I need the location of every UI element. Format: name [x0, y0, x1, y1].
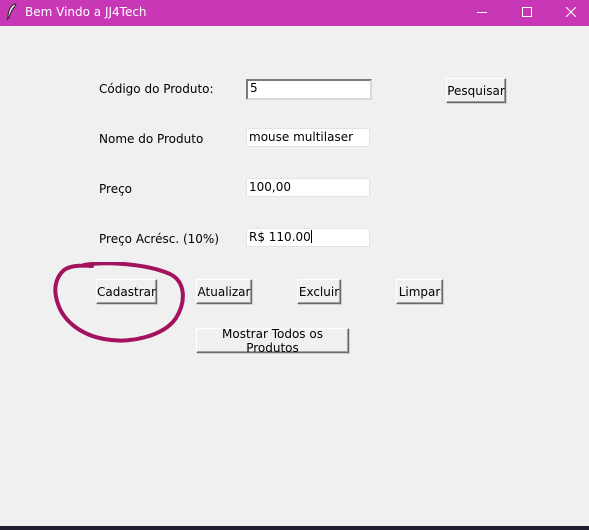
preco-acresc-field[interactable]: R$ 110.00 — [246, 228, 370, 247]
taskbar-edge — [0, 526, 589, 530]
preco-field[interactable]: 100,00 — [246, 178, 370, 197]
maximize-button[interactable] — [504, 0, 550, 26]
nome-field[interactable]: mouse multilaser — [246, 128, 370, 147]
excluir-button[interactable]: Excluir — [297, 279, 341, 304]
window-titlebar[interactable]: Bem Vindo a JJ4Tech — [0, 0, 589, 26]
atualizar-button[interactable]: Atualizar — [196, 279, 252, 304]
nome-label: Nome do Produto — [99, 132, 204, 146]
pesquisar-button[interactable]: Pesquisar — [446, 78, 506, 103]
preco-acresc-label: Preço Acrésc. (10%) — [99, 232, 219, 246]
nome-value: mouse multilaser — [249, 130, 354, 144]
maximize-icon — [522, 6, 532, 20]
minimize-icon — [477, 6, 487, 20]
codigo-value: 5 — [250, 81, 258, 95]
limpar-button[interactable]: Limpar — [396, 279, 443, 304]
codigo-field[interactable]: 5 — [246, 79, 372, 100]
highlight-circle-annotation — [53, 262, 185, 343]
codigo-label: Código do Produto: — [99, 82, 214, 96]
window-title: Bem Vindo a JJ4Tech — [25, 5, 147, 19]
feather-icon — [4, 3, 20, 21]
mostrar-todos-button[interactable]: Mostrar Todos os Produtos — [196, 327, 349, 355]
minimize-button[interactable] — [459, 0, 505, 26]
close-icon — [565, 6, 577, 20]
preco-label: Preço — [99, 182, 133, 196]
text-cursor — [310, 230, 312, 243]
preco-acresc-value: R$ 110.00 — [249, 230, 311, 244]
preco-value: 100,00 — [249, 180, 291, 194]
close-button[interactable] — [548, 0, 589, 26]
